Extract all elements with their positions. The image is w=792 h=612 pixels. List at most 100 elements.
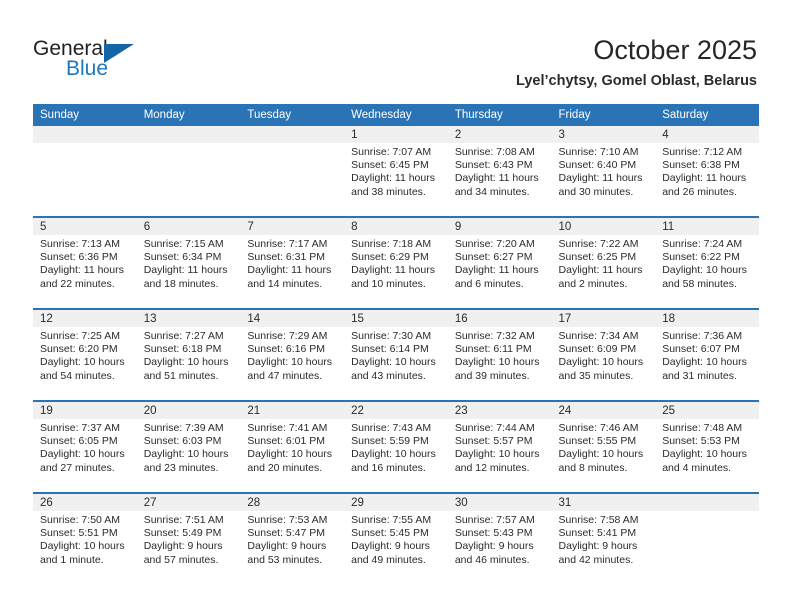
day-number bbox=[33, 126, 137, 143]
sunset-time: Sunset: 5:49 PM bbox=[143, 527, 222, 540]
calendar-day-cell-empty bbox=[136, 126, 241, 217]
calendar-day-cell[interactable]: 15 Sunrise: 7:30 AM Sunset: 6:14 PM Dayligh… bbox=[344, 308, 448, 401]
calendar-day-cell-empty bbox=[655, 492, 759, 584]
daylight-duration-line2: and 1 minute. bbox=[40, 553, 104, 566]
sunset-time: Sunset: 6:40 PM bbox=[558, 159, 637, 172]
day-cell-details: Sunrise: 7:55 AM Sunset: 5:45 PM Daylight:… bbox=[344, 511, 448, 567]
day-cell-details: Sunrise: 7:13 AM Sunset: 6:36 PM Daylight:… bbox=[33, 235, 137, 291]
day-cell-details: Sunrise: 7:24 AM Sunset: 6:22 PM Daylight:… bbox=[655, 235, 759, 291]
calendar-day-cell[interactable]: 16 Sunrise: 7:32 AM Sunset: 6:11 PM Dayligh… bbox=[447, 308, 552, 401]
general-blue-logo[interactable]: General Blue bbox=[33, 38, 163, 84]
calendar-day-cell[interactable]: 27 Sunrise: 7:51 AM Sunset: 5:49 PM Dayligh… bbox=[136, 492, 241, 584]
daylight-duration-line2: and 8 minutes. bbox=[558, 461, 628, 474]
calendar-day-cell[interactable]: 26 Sunrise: 7:50 AM Sunset: 5:51 PM Dayligh… bbox=[33, 492, 137, 584]
day-cell-details: Sunrise: 7:48 AM Sunset: 5:53 PM Daylight:… bbox=[655, 419, 759, 475]
calendar-day-cell[interactable]: 31 Sunrise: 7:58 AM Sunset: 5:41 PM Dayligh… bbox=[551, 492, 656, 584]
sunset-time: Sunset: 5:55 PM bbox=[558, 435, 637, 448]
calendar-day-cell[interactable]: 4 Sunrise: 7:12 AM Sunset: 6:38 PM Daylight… bbox=[655, 126, 759, 217]
page-subtitle: Lyel’chytsy, Gomel Oblast, Belarus bbox=[516, 73, 757, 89]
day-cell-details: Sunrise: 7:44 AM Sunset: 5:57 PM Daylight:… bbox=[448, 419, 552, 475]
sunrise-time: Sunrise: 7:17 AM bbox=[247, 238, 328, 250]
calendar-day-cell[interactable]: 19 Sunrise: 7:37 AM Sunset: 6:05 PM Dayligh… bbox=[33, 400, 137, 493]
day-number: 23 bbox=[447, 402, 552, 419]
calendar-day-cell[interactable]: 22 Sunrise: 7:43 AM Sunset: 5:59 PM Dayligh… bbox=[344, 400, 448, 493]
day-cell-details: Sunrise: 7:58 AM Sunset: 5:41 PM Daylight:… bbox=[552, 511, 656, 567]
day-cell-inner: 1 Sunrise: 7:07 AM Sunset: 6:45 PM Daylight… bbox=[344, 126, 448, 216]
calendar-day-cell[interactable]: 3 Sunrise: 7:10 AM Sunset: 6:40 PM Daylight… bbox=[551, 126, 656, 217]
day-number: 26 bbox=[33, 494, 137, 511]
calendar-day-cell[interactable]: 17 Sunrise: 7:34 AM Sunset: 6:09 PM Dayligh… bbox=[551, 308, 656, 401]
day-cell-inner: 24 Sunrise: 7:46 AM Sunset: 5:55 PM Dayligh… bbox=[551, 402, 656, 492]
calendar-week-row: 5 Sunrise: 7:13 AM Sunset: 6:36 PM Daylight… bbox=[33, 216, 759, 309]
calendar-day-cell[interactable]: 18 Sunrise: 7:36 AM Sunset: 6:07 PM Dayligh… bbox=[655, 308, 759, 401]
day-cell-inner: 6 Sunrise: 7:15 AM Sunset: 6:34 PM Daylight… bbox=[136, 218, 241, 308]
day-cell-details: Sunrise: 7:27 AM Sunset: 6:18 PM Daylight:… bbox=[137, 327, 241, 383]
calendar-day-cell[interactable]: 14 Sunrise: 7:29 AM Sunset: 6:16 PM Dayligh… bbox=[240, 308, 345, 401]
day-number: 22 bbox=[344, 402, 448, 419]
calendar-day-cell[interactable]: 9 Sunrise: 7:20 AM Sunset: 6:27 PM Daylight… bbox=[447, 216, 552, 309]
calendar-header-row: Sunday Monday Tuesday Wednesday Thursday… bbox=[33, 104, 759, 126]
daylight-duration-line2: and 39 minutes. bbox=[454, 369, 530, 382]
calendar-day-cell[interactable]: 21 Sunrise: 7:41 AM Sunset: 6:01 PM Dayligh… bbox=[240, 400, 345, 493]
calendar-day-cell[interactable]: 5 Sunrise: 7:13 AM Sunset: 6:36 PM Daylight… bbox=[33, 216, 137, 309]
calendar-day-cell[interactable]: 13 Sunrise: 7:27 AM Sunset: 6:18 PM Dayligh… bbox=[136, 308, 241, 401]
daylight-duration-line2: and 22 minutes. bbox=[40, 277, 115, 290]
day-cell-inner: 4 Sunrise: 7:12 AM Sunset: 6:38 PM Daylight… bbox=[655, 126, 759, 216]
day-cell-inner: 17 Sunrise: 7:34 AM Sunset: 6:09 PM Dayligh… bbox=[551, 310, 656, 400]
calendar-day-cell[interactable]: 25 Sunrise: 7:48 AM Sunset: 5:53 PM Dayligh… bbox=[655, 400, 759, 493]
page-title: October 2025 bbox=[593, 35, 757, 65]
sunrise-time: Sunrise: 7:15 AM bbox=[143, 238, 224, 250]
calendar-day-cell[interactable]: 29 Sunrise: 7:55 AM Sunset: 5:45 PM Dayligh… bbox=[344, 492, 448, 584]
sunrise-time: Sunrise: 7:13 AM bbox=[40, 238, 120, 250]
calendar-day-cell[interactable]: 11 Sunrise: 7:24 AM Sunset: 6:22 PM Dayligh… bbox=[655, 216, 759, 309]
daylight-duration-line2: and 20 minutes. bbox=[247, 461, 323, 474]
sunrise-time: Sunrise: 7:08 AM bbox=[454, 146, 535, 158]
sunset-time: Sunset: 6:18 PM bbox=[143, 343, 222, 356]
day-number: 8 bbox=[344, 218, 448, 235]
sunrise-time: Sunrise: 7:43 AM bbox=[351, 422, 432, 434]
calendar-day-cell[interactable]: 7 Sunrise: 7:17 AM Sunset: 6:31 PM Daylight… bbox=[240, 216, 345, 309]
day-number: 12 bbox=[33, 310, 137, 327]
sunset-time: Sunset: 6:25 PM bbox=[558, 251, 637, 264]
day-cell-details bbox=[240, 143, 344, 146]
daylight-duration-line1: Daylight: 11 hours bbox=[247, 264, 332, 277]
day-number: 4 bbox=[655, 126, 759, 143]
calendar-day-cell[interactable]: 6 Sunrise: 7:15 AM Sunset: 6:34 PM Daylight… bbox=[136, 216, 241, 309]
day-cell-details: Sunrise: 7:29 AM Sunset: 6:16 PM Daylight:… bbox=[240, 327, 344, 383]
calendar-day-cell[interactable]: 2 Sunrise: 7:08 AM Sunset: 6:43 PM Daylight… bbox=[447, 126, 552, 217]
sunrise-time: Sunrise: 7:32 AM bbox=[454, 330, 535, 342]
day-cell-inner: 27 Sunrise: 7:51 AM Sunset: 5:49 PM Dayligh… bbox=[136, 494, 241, 584]
day-number bbox=[136, 126, 241, 143]
daylight-duration-line1: Daylight: 10 hours bbox=[247, 448, 333, 461]
sunset-time: Sunset: 6:27 PM bbox=[454, 251, 533, 264]
calendar-day-cell[interactable]: 30 Sunrise: 7:57 AM Sunset: 5:43 PM Dayligh… bbox=[447, 492, 552, 584]
daylight-duration-line1: Daylight: 11 hours bbox=[40, 264, 124, 277]
day-cell-inner: 3 Sunrise: 7:10 AM Sunset: 6:40 PM Daylight… bbox=[551, 126, 656, 216]
day-number: 18 bbox=[655, 310, 759, 327]
calendar-day-cell[interactable]: 23 Sunrise: 7:44 AM Sunset: 5:57 PM Dayligh… bbox=[447, 400, 552, 493]
daylight-duration-line2: and 12 minutes. bbox=[454, 461, 530, 474]
calendar-day-cell[interactable]: 24 Sunrise: 7:46 AM Sunset: 5:55 PM Dayligh… bbox=[551, 400, 656, 493]
calendar-day-cell[interactable]: 20 Sunrise: 7:39 AM Sunset: 6:03 PM Dayligh… bbox=[136, 400, 241, 493]
calendar-day-cell[interactable]: 10 Sunrise: 7:22 AM Sunset: 6:25 PM Dayligh… bbox=[551, 216, 656, 309]
sunrise-time: Sunrise: 7:36 AM bbox=[662, 330, 743, 342]
daylight-duration-line1: Daylight: 10 hours bbox=[558, 356, 644, 369]
calendar-day-cell[interactable]: 8 Sunrise: 7:18 AM Sunset: 6:29 PM Daylight… bbox=[344, 216, 448, 309]
sunset-time: Sunset: 5:59 PM bbox=[351, 435, 429, 448]
sunset-time: Sunset: 5:47 PM bbox=[247, 527, 326, 540]
daylight-duration-line2: and 30 minutes. bbox=[558, 185, 634, 198]
calendar-day-cell[interactable]: 28 Sunrise: 7:53 AM Sunset: 5:47 PM Dayligh… bbox=[240, 492, 345, 584]
day-number: 31 bbox=[551, 494, 656, 511]
sunset-time: Sunset: 5:41 PM bbox=[558, 527, 637, 540]
calendar-day-cell[interactable]: 1 Sunrise: 7:07 AM Sunset: 6:45 PM Daylight… bbox=[344, 126, 448, 217]
calendar-day-cell[interactable]: 12 Sunrise: 7:25 AM Sunset: 6:20 PM Dayligh… bbox=[33, 308, 137, 401]
day-cell-details: Sunrise: 7:15 AM Sunset: 6:34 PM Daylight:… bbox=[137, 235, 241, 291]
day-number: 7 bbox=[240, 218, 345, 235]
day-number: 16 bbox=[447, 310, 552, 327]
calendar-day-cell-empty bbox=[240, 126, 345, 217]
day-cell-inner: 14 Sunrise: 7:29 AM Sunset: 6:16 PM Dayligh… bbox=[240, 310, 345, 400]
sunset-time: Sunset: 6:11 PM bbox=[454, 343, 532, 356]
day-number: 6 bbox=[136, 218, 241, 235]
calendar-week-row: 19 Sunrise: 7:37 AM Sunset: 6:05 PM Dayligh… bbox=[33, 400, 759, 493]
weekday-header-sunday: Sunday bbox=[33, 104, 137, 126]
